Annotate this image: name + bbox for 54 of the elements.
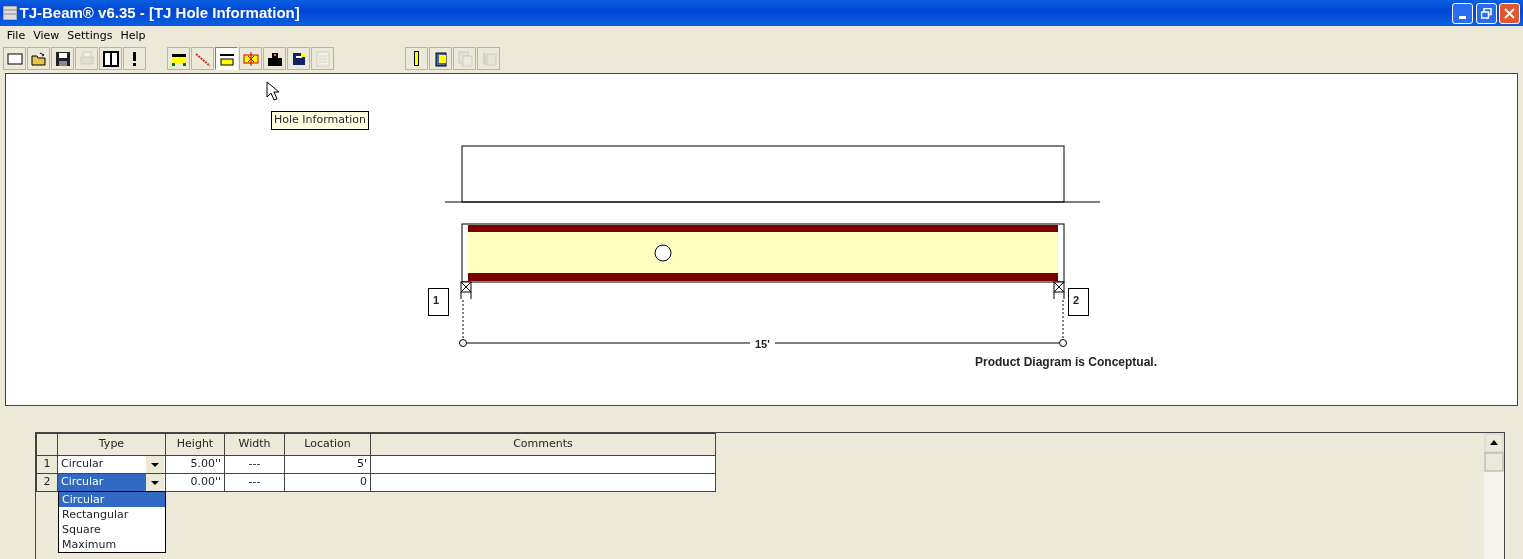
- columns-icon: [101, 49, 120, 68]
- menu-item[interactable]: Settings: [63, 27, 117, 45]
- dimension-extension-line: [1062, 299, 1064, 340]
- app-icon: [2, 6, 17, 20]
- dropdown-option[interactable]: Square: [59, 522, 165, 537]
- toolbar-button[interactable]: [405, 47, 428, 70]
- window-title: TJ-Beam® v6.35 - [TJ Hole Information]: [19, 2, 300, 23]
- toolbar-button[interactable]: [27, 47, 50, 70]
- scroll-up-button[interactable]: [1484, 433, 1504, 453]
- cut-beam-icon: [241, 49, 260, 68]
- toolbar-button[interactable]: [429, 47, 452, 70]
- scroll-thumb[interactable]: [1484, 452, 1504, 472]
- column-header: Comments: [370, 433, 716, 456]
- post-icon: [414, 51, 419, 66]
- menu-item[interactable]: View: [29, 27, 64, 45]
- minimize-icon: [1458, 15, 1466, 19]
- toolbar-button[interactable]: [99, 47, 122, 70]
- column-header: Width: [224, 433, 285, 456]
- diagram-note: Product Diagram is Conceptual.: [975, 354, 1158, 371]
- support-label: 2: [1068, 288, 1089, 316]
- dimension-extension-line: [462, 299, 464, 340]
- type-dropdown[interactable]: Circular: [58, 456, 165, 473]
- caret-icon: [146, 456, 164, 473]
- hole-marker: [654, 244, 672, 262]
- save-icon: [53, 49, 72, 68]
- minimize-button[interactable]: [1451, 2, 1473, 24]
- dropdown-option[interactable]: Maximum: [59, 537, 165, 552]
- scrollbar[interactable]: [1484, 433, 1504, 559]
- menu-item[interactable]: Help: [116, 27, 150, 45]
- toolbar-button[interactable]: [263, 47, 286, 70]
- bearing-icon: [1053, 281, 1065, 300]
- exclamation-icon: [133, 51, 136, 66]
- cursor-icon: [266, 81, 282, 103]
- restore-button[interactable]: [1475, 2, 1497, 24]
- toolbar-button[interactable]: [167, 47, 190, 70]
- toolbar-button[interactable]: [51, 47, 74, 70]
- column-header: Height: [165, 433, 225, 456]
- dropdown-option[interactable]: Rectangular: [59, 507, 165, 522]
- column-header: Location: [284, 433, 371, 456]
- column-header: Type: [57, 433, 166, 456]
- toolbar-button[interactable]: [123, 47, 146, 70]
- report-icon: [313, 49, 332, 68]
- pages-icon: [455, 49, 474, 68]
- print-icon: [77, 49, 96, 68]
- close-button[interactable]: [1499, 2, 1521, 24]
- bearing-icon: [460, 281, 472, 300]
- close-icon: [1504, 7, 1516, 19]
- toolbar-button[interactable]: [287, 47, 310, 70]
- dropdown-option[interactable]: Circular: [59, 492, 165, 507]
- menu-item[interactable]: File: [2, 27, 30, 45]
- toolbar-button[interactable]: [215, 47, 238, 70]
- support-label: 1: [428, 288, 449, 316]
- tooltip: Hole Information: [271, 111, 369, 130]
- restore-icon: [1480, 7, 1492, 19]
